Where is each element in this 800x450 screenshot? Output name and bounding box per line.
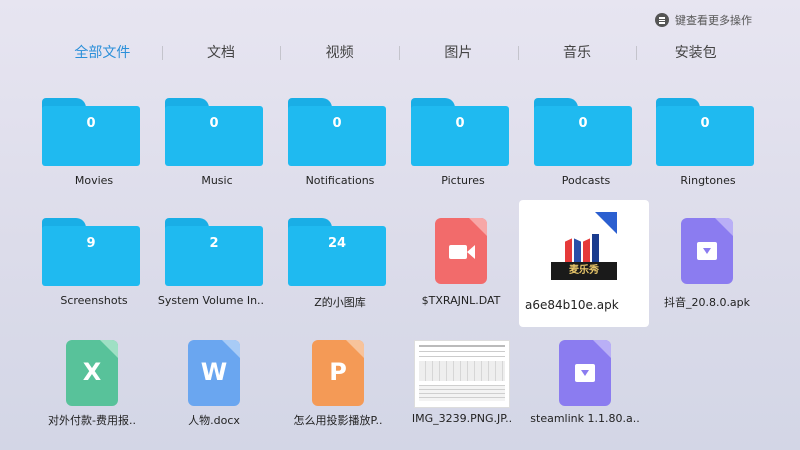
file-tile[interactable]: $TXRAJNL.DAT — [399, 200, 523, 320]
folder-name: Screenshots — [60, 294, 128, 307]
folder-name: Music — [201, 174, 233, 187]
file-tile-selected[interactable]: 麦乐秀 a6e84b10e.apk — [519, 200, 649, 327]
folder-name: System Volume In.. — [157, 294, 265, 307]
file-name: $TXRAJNL.DAT — [421, 294, 501, 307]
tab-videos[interactable]: 视频 — [280, 43, 399, 63]
file-name: steamlink 1.1.80.a.. — [530, 412, 640, 425]
folder-icon: 0 — [42, 98, 140, 166]
folder-icon: 0 — [534, 98, 632, 166]
folder-tile[interactable]: 0 Podcasts — [508, 90, 632, 210]
apk-file-icon — [559, 340, 611, 406]
folder-count: 9 — [86, 236, 96, 251]
folder-count: 24 — [327, 236, 347, 251]
menu-icon — [655, 13, 669, 27]
folder-tile[interactable]: 0 Ringtones — [630, 90, 754, 210]
folder-tile[interactable]: 0 Movies — [16, 90, 140, 210]
app-icon: 麦乐秀 — [551, 212, 617, 284]
folder-icon: 9 — [42, 218, 140, 286]
folder-icon: 24 — [288, 218, 386, 286]
video-file-icon — [435, 218, 487, 284]
file-name: 对外付款-费用报.. — [48, 414, 136, 427]
category-tabs: 全部文件 文档 视频 图片 音乐 安装包 — [43, 43, 755, 63]
folder-tile[interactable]: 9 Screenshots — [16, 210, 140, 330]
tab-pictures[interactable]: 图片 — [399, 43, 518, 63]
hint-bar: 键查看更多操作 — [655, 12, 752, 28]
folder-icon: 0 — [411, 98, 509, 166]
folder-name: Notifications — [305, 174, 375, 187]
folder-count: 0 — [578, 116, 588, 131]
app-brand-banner: 麦乐秀 — [551, 262, 617, 280]
folder-icon: 2 — [165, 218, 263, 286]
image-thumbnail — [414, 340, 510, 408]
folder-count: 0 — [332, 116, 342, 131]
folder-tile[interactable]: 0 Music — [139, 90, 263, 210]
file-name: a6e84b10e.apk — [525, 298, 619, 312]
hint-text: 键查看更多操作 — [675, 14, 752, 27]
folder-count: 2 — [209, 236, 219, 251]
folder-name: Z的小图库 — [314, 296, 366, 309]
file-tile[interactable]: IMG_3239.PNG.JP.. — [400, 322, 524, 442]
folder-tile[interactable]: 24 Z的小图库 — [262, 210, 386, 330]
excel-file-icon: X — [66, 340, 118, 406]
tab-music[interactable]: 音乐 — [517, 43, 637, 63]
folder-count: 0 — [700, 116, 710, 131]
folder-count: 0 — [455, 116, 465, 131]
folder-name: Movies — [74, 174, 114, 187]
folder-name: Ringtones — [680, 174, 736, 187]
folder-count: 0 — [86, 116, 96, 131]
folder-count: 0 — [209, 116, 219, 131]
folder-tile[interactable]: 0 Notifications — [262, 90, 386, 210]
file-tile[interactable]: steamlink 1.1.80.a.. — [523, 322, 647, 442]
apk-file-icon — [681, 218, 733, 284]
file-name: 人物.docx — [188, 414, 240, 427]
folder-tile[interactable]: 2 System Volume In.. — [139, 210, 264, 330]
folder-name: Pictures — [441, 174, 485, 187]
file-tile[interactable]: P 怎么用投影播放P.. — [276, 322, 400, 442]
file-name: IMG_3239.PNG.JP.. — [411, 412, 513, 425]
word-file-icon: W — [188, 340, 240, 406]
file-name: 抖音_20.8.0.apk — [663, 296, 751, 309]
tab-documents[interactable]: 文档 — [161, 43, 281, 63]
file-tile[interactable]: X 对外付款-费用报.. — [30, 322, 154, 442]
tab-apk[interactable]: 安装包 — [636, 43, 755, 63]
file-tile[interactable]: W 人物.docx — [152, 322, 276, 442]
folder-icon: 0 — [165, 98, 263, 166]
tab-all-files[interactable]: 全部文件 — [43, 43, 162, 63]
ppt-file-icon: P — [312, 340, 364, 406]
folder-icon: 0 — [656, 98, 754, 166]
folder-icon: 0 — [288, 98, 386, 166]
folder-tile[interactable]: 0 Pictures — [385, 90, 509, 210]
file-name: 怎么用投影播放P.. — [293, 414, 383, 427]
file-tile[interactable]: 抖音_20.8.0.apk — [645, 200, 769, 320]
